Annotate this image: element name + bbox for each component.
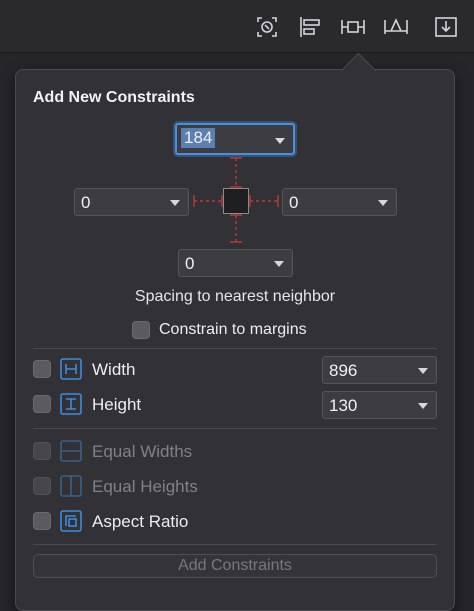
equal-heights-icon xyxy=(60,475,82,497)
height-checkbox[interactable] xyxy=(33,395,51,413)
top-spacing-value[interactable]: 184 xyxy=(181,128,216,148)
width-icon xyxy=(60,358,82,380)
equal-heights-label: Equal Heights xyxy=(92,477,198,496)
chevron-down-icon xyxy=(274,261,284,267)
height-value-dropdown[interactable]: 130 xyxy=(322,391,437,419)
toolbar xyxy=(0,0,474,53)
bottom-spacing-value: 0 xyxy=(185,254,195,273)
chevron-down-icon xyxy=(418,403,428,409)
bottom-spacing-dropdown[interactable]: 0 xyxy=(178,249,293,277)
add-constraints-icon[interactable] xyxy=(339,13,367,41)
chevron-down-icon xyxy=(418,368,428,374)
constrain-to-margins-label: Constrain to margins xyxy=(159,321,307,338)
aspect-ratio-label: Aspect Ratio xyxy=(92,512,189,531)
aspect-ratio-checkbox[interactable] xyxy=(33,512,51,530)
embed-in-icon[interactable] xyxy=(432,13,460,41)
leading-spacing-dropdown[interactable]: 0 xyxy=(74,188,189,216)
width-checkbox[interactable] xyxy=(33,360,51,378)
divider xyxy=(33,428,437,429)
equal-widths-checkbox[interactable] xyxy=(33,442,51,460)
equal-widths-icon xyxy=(60,440,82,462)
align-icon[interactable] xyxy=(296,13,324,41)
equal-heights-checkbox[interactable] xyxy=(33,477,51,495)
trailing-spacing-value: 0 xyxy=(289,193,299,212)
equal-widths-label: Equal Widths xyxy=(92,442,193,461)
constrain-to-margins-checkbox[interactable] xyxy=(132,321,150,339)
top-spacing-dropdown[interactable]: 184 xyxy=(175,123,295,155)
resolve-auto-layout-icon[interactable] xyxy=(382,13,410,41)
chevron-down-icon xyxy=(378,200,388,206)
height-icon xyxy=(60,393,82,415)
width-value-dropdown[interactable]: 896 xyxy=(322,356,437,384)
chevron-down-icon xyxy=(275,138,285,144)
width-value: 896 xyxy=(329,361,358,380)
add-constraints-popover: Add New Constraints 184 0 0 0 Spacing to… xyxy=(15,52,455,611)
resolve-issues-icon[interactable] xyxy=(253,13,281,41)
divider xyxy=(33,348,437,349)
spacing-struts xyxy=(193,157,279,243)
chevron-down-icon xyxy=(170,200,180,206)
aspect-ratio-icon xyxy=(60,510,82,532)
height-label: Height xyxy=(92,395,142,414)
leading-spacing-value: 0 xyxy=(81,193,91,212)
constraint-view-box xyxy=(223,188,249,214)
add-constraints-button[interactable]: Add Constraints xyxy=(33,554,437,578)
trailing-spacing-dropdown[interactable]: 0 xyxy=(282,188,397,216)
height-value: 130 xyxy=(329,396,358,415)
width-label: Width xyxy=(92,360,136,379)
divider xyxy=(33,544,437,545)
spacing-label: Spacing to nearest neighbor xyxy=(134,288,336,305)
